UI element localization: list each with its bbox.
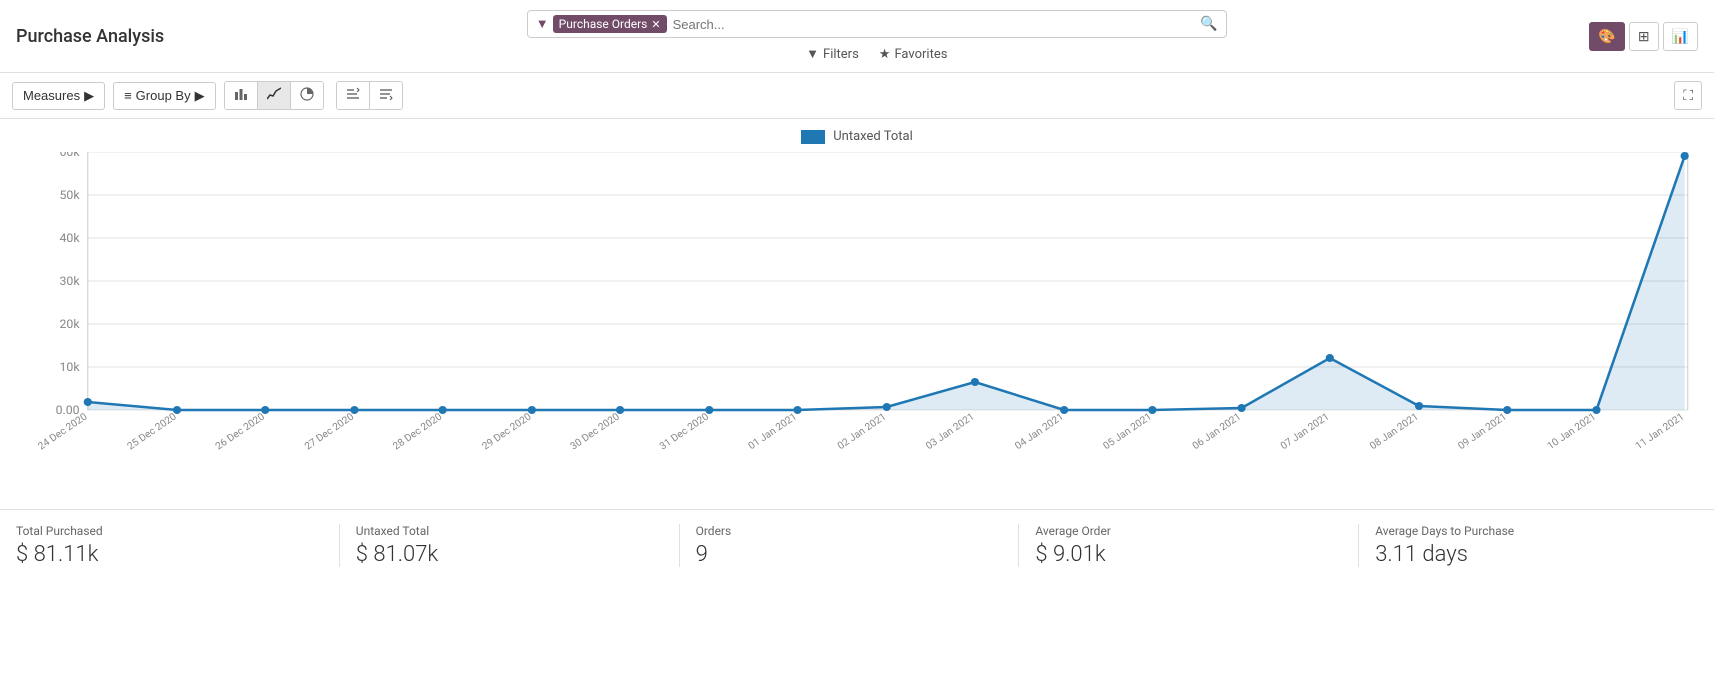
stat-average-order: Average Order $ 9.01k [1019,524,1359,567]
chart-type-group [224,81,324,110]
svg-text:0.00: 0.00 [56,403,80,417]
chart-legend: Untaxed Total [0,129,1714,144]
svg-text:05 Jan 2021: 05 Jan 2021 [1101,412,1154,452]
svg-text:25 Dec 2020: 25 Dec 2020 [126,411,179,452]
header: Purchase Analysis ▼ Purchase Orders ✕ 🔍 … [0,0,1714,73]
svg-text:03 Jan 2021: 03 Jan 2021 [924,412,977,452]
search-input[interactable] [673,17,1201,32]
svg-text:07 Jan 2021: 07 Jan 2021 [1279,412,1332,452]
svg-text:30k: 30k [60,274,81,288]
svg-text:09 Jan 2021: 09 Jan 2021 [1456,412,1509,452]
chart-svg: 60k 50k 40k 30k 20k 10k 0.00 [16,152,1698,462]
group-by-chevron-icon: ▶ [195,88,205,104]
svg-text:11 Jan 2021: 11 Jan 2021 [1634,412,1687,452]
legend-label: Untaxed Total [833,129,912,144]
svg-text:40k: 40k [60,231,81,245]
stat-value-avg-days: 3.11 days [1375,542,1682,567]
measures-button[interactable]: Measures ▶ [12,82,105,110]
svg-text:29 Dec 2020: 29 Dec 2020 [480,411,533,452]
svg-text:31 Dec 2020: 31 Dec 2020 [658,411,711,452]
filters-icon: ▼ [806,46,819,62]
bar-chart-button[interactable] [225,82,258,109]
stats-footer: Total Purchased $ 81.11k Untaxed Total $… [0,509,1714,581]
svg-text:10k: 10k [60,360,81,374]
line-chart-button[interactable] [258,82,291,109]
favorites-button[interactable]: ★ Favorites [879,47,948,62]
filters-button[interactable]: ▼ Filters [806,46,859,62]
fullscreen-button[interactable]: ⛶ [1674,81,1702,110]
svg-text:02 Jan 2021: 02 Jan 2021 [836,412,889,452]
svg-text:27 Dec 2020: 27 Dec 2020 [303,411,356,452]
bar-view-button[interactable]: 📊 [1663,22,1698,51]
group-by-button[interactable]: ≡ Group By ▶ [113,82,216,110]
group-by-label: Group By [136,88,191,103]
svg-text:06 Jan 2021: 06 Jan 2021 [1191,412,1244,452]
search-icon[interactable]: 🔍 [1200,16,1217,32]
filter-tag-label: Purchase Orders [559,17,648,31]
search-bar[interactable]: ▼ Purchase Orders ✕ 🔍 [527,10,1227,38]
filter-tag[interactable]: Purchase Orders ✕ [553,15,667,33]
filter-icon: ▼ [536,16,549,32]
svg-text:01 Jan 2021: 01 Jan 2021 [747,412,800,452]
stat-value-total-purchased: $ 81.11k [16,542,323,567]
stat-label-orders: Orders [696,524,1003,538]
svg-text:30 Dec 2020: 30 Dec 2020 [569,411,622,452]
stat-value-orders: 9 [696,542,1003,567]
grid-view-button[interactable]: ⊞ [1629,22,1659,51]
view-switcher: 🎨 ⊞ 📊 [1589,22,1698,51]
svg-text:08 Jan 2021: 08 Jan 2021 [1368,412,1421,452]
svg-text:50k: 50k [60,188,81,202]
stat-value-untaxed-total: $ 81.07k [356,542,663,567]
svg-text:24 Dec 2020: 24 Dec 2020 [36,411,89,452]
search-section: ▼ Purchase Orders ✕ 🔍 ▼ Filters ★ Favori… [527,10,1227,62]
stat-value-average-order: $ 9.01k [1035,542,1342,567]
pie-chart-button[interactable] [291,82,323,109]
svg-text:28 Dec 2020: 28 Dec 2020 [391,411,444,452]
filter-row: ▼ Filters ★ Favorites [806,46,947,62]
stat-untaxed-total: Untaxed Total $ 81.07k [340,524,680,567]
palette-view-button[interactable]: 🎨 [1589,22,1624,51]
stat-avg-days: Average Days to Purchase 3.11 days [1359,524,1698,567]
svg-text:20k: 20k [60,317,81,331]
sort-group [336,81,403,110]
filter-tag-close[interactable]: ✕ [651,18,660,31]
stat-label-avg-days: Average Days to Purchase [1375,524,1682,538]
svg-text:10 Jan 2021: 10 Jan 2021 [1546,412,1599,452]
measures-chevron-icon: ▶ [84,88,94,104]
svg-text:60k: 60k [60,152,81,159]
stat-label-total-purchased: Total Purchased [16,524,323,538]
toolbar: Measures ▶ ≡ Group By ▶ ⛶ [0,73,1714,119]
stat-label-average-order: Average Order [1035,524,1342,538]
page-title: Purchase Analysis [16,26,164,47]
group-by-icon: ≡ [124,88,132,103]
stat-orders: Orders 9 [680,524,1020,567]
svg-text:04 Jan 2021: 04 Jan 2021 [1013,412,1066,452]
star-icon: ★ [879,47,891,62]
svg-text:26 Dec 2020: 26 Dec 2020 [214,411,267,452]
chart-container: Untaxed Total 60k 50k 40k 30k 20k 10k 0.… [0,119,1714,509]
stat-total-purchased: Total Purchased $ 81.11k [16,524,340,567]
sort-asc-button[interactable] [337,82,370,109]
measures-label: Measures [23,88,80,103]
sort-desc-button[interactable] [370,82,402,109]
stat-label-untaxed-total: Untaxed Total [356,524,663,538]
legend-color-swatch [801,130,825,144]
chart-plot-area: 60k 50k 40k 30k 20k 10k 0.00 [16,152,1698,462]
